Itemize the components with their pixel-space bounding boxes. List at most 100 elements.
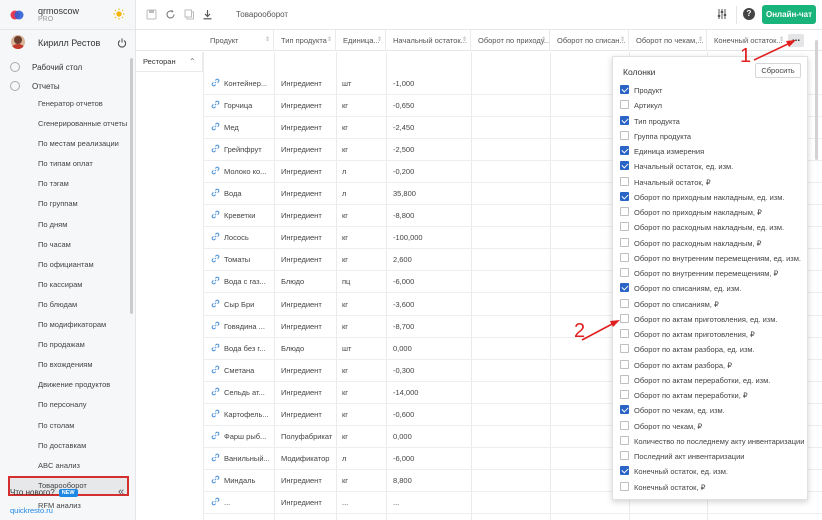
checkbox-checked[interactable] <box>620 85 629 94</box>
nav-dashboard[interactable]: Рабочий стол <box>10 62 82 72</box>
column-header-unit[interactable]: Единица... ⇕ <box>336 30 386 51</box>
power-icon[interactable] <box>117 38 127 48</box>
column-option[interactable]: Группа продукта <box>620 130 806 146</box>
cell-product[interactable]: Фарш рыб... <box>211 426 273 448</box>
column-option[interactable]: Начальный остаток, ₽ <box>620 176 806 192</box>
column-option[interactable]: Количество по последнему акту инвентариз… <box>620 435 806 451</box>
checkbox-unchecked[interactable] <box>620 390 629 399</box>
column-option[interactable]: Оборот по актам разбора, ед. изм. <box>620 344 806 359</box>
link-icon[interactable] <box>211 321 220 330</box>
cell-product[interactable]: Креветки <box>211 205 273 227</box>
more-options-button[interactable]: ... <box>788 34 804 47</box>
cell-product[interactable]: Сметана <box>211 360 273 382</box>
cell-product[interactable]: Миндаль <box>211 470 273 492</box>
link-icon[interactable] <box>211 409 220 418</box>
download-icon[interactable] <box>202 9 213 20</box>
link-icon[interactable] <box>211 122 220 131</box>
nav-item-by-groups[interactable]: По группам <box>0 194 130 214</box>
checkbox-checked[interactable] <box>620 405 629 415</box>
column-option[interactable]: Оборот по расходным накладным, ₽ <box>620 237 806 253</box>
column-header-product-type[interactable]: Тип продукта ⇕ <box>274 30 336 51</box>
nav-item-by-tables[interactable]: По столам <box>0 416 130 436</box>
checkbox-unchecked[interactable] <box>620 298 629 308</box>
cell-product[interactable]: Контейнер... <box>211 73 273 95</box>
column-header-product[interactable]: Продукт ⇕ <box>203 30 274 51</box>
checkbox-unchecked[interactable] <box>620 420 629 430</box>
link-icon[interactable] <box>211 365 220 374</box>
checkbox-unchecked[interactable] <box>620 130 629 140</box>
checkbox-checked[interactable] <box>620 466 629 476</box>
cell-product[interactable]: Горчица <box>211 95 273 117</box>
help-icon[interactable]: ? <box>743 8 755 20</box>
nav-item-generated-reports[interactable]: Сгенерированные отчеты <box>0 114 130 134</box>
column-option[interactable]: Оборот по актам разбора, ₽ <box>620 359 806 375</box>
link-icon[interactable] <box>211 100 220 109</box>
cell-product[interactable]: Лосось <box>211 227 273 249</box>
cell-product[interactable]: Вода <box>211 183 273 205</box>
checkbox-checked[interactable] <box>620 283 629 293</box>
sun-icon[interactable] <box>113 8 125 20</box>
checkbox-unchecked[interactable] <box>620 176 629 186</box>
column-option[interactable]: Конечный остаток, ₽ <box>620 481 806 497</box>
checkbox-unchecked[interactable] <box>620 481 629 491</box>
copy-icon[interactable] <box>184 9 195 20</box>
link-icon[interactable] <box>211 254 220 263</box>
link-icon[interactable] <box>211 299 220 308</box>
column-option[interactable]: Оборот по чекам, ед. изм. <box>620 405 806 420</box>
sidebar-scrollbar[interactable] <box>130 58 133 314</box>
link-icon[interactable] <box>211 210 220 219</box>
column-option[interactable]: Оборот по приходным накладным, ед. изм. <box>620 191 806 207</box>
nav-reports[interactable]: Отчеты <box>10 81 60 91</box>
checkbox-unchecked[interactable] <box>620 252 629 262</box>
link-icon[interactable] <box>211 387 220 396</box>
cell-product[interactable]: ... <box>211 492 273 514</box>
refresh-icon[interactable] <box>165 9 176 20</box>
cell-product[interactable]: Томаты <box>211 249 273 271</box>
whats-new-link[interactable]: Что нового? NEW <box>10 488 78 497</box>
nav-item-by-entries[interactable]: По вхождениям <box>0 355 130 375</box>
link-icon[interactable] <box>211 144 220 153</box>
cell-product[interactable]: Молоко ко... <box>211 161 273 183</box>
collapse-sidebar-icon[interactable]: « <box>118 486 124 498</box>
link-icon[interactable] <box>211 453 220 462</box>
cell-product[interactable]: Сельдь ат... <box>211 382 273 404</box>
column-option[interactable]: Оборот по списаниям, ₽ <box>620 298 806 314</box>
column-option[interactable]: Оборот по актам переработки, ед. изм. <box>620 374 806 390</box>
column-option[interactable]: Оборот по внутренним перемещениям, ед. и… <box>620 252 806 268</box>
column-option[interactable]: Конечный остаток, ед. изм. <box>620 466 806 481</box>
column-option[interactable]: Единица измерения <box>620 146 806 161</box>
nav-item-abc-analysis[interactable]: ABC анализ <box>0 456 130 476</box>
nav-item-by-sale-places[interactable]: По местам реализации <box>0 134 130 154</box>
checkbox-unchecked[interactable] <box>620 207 629 216</box>
link-icon[interactable] <box>211 475 220 484</box>
brand-header[interactable]: qrmoscow PRO <box>0 0 136 30</box>
nav-item-product-movement[interactable]: Движение продуктов <box>0 375 130 395</box>
checkbox-unchecked[interactable] <box>620 222 629 232</box>
save-icon[interactable] <box>146 9 157 20</box>
nav-item-by-days[interactable]: По дням <box>0 215 130 235</box>
checkbox-unchecked[interactable] <box>620 344 629 354</box>
link-icon[interactable] <box>211 232 220 241</box>
column-header-writeoff-turnover[interactable]: Оборот по списан... ⇕ <box>550 30 629 51</box>
nav-item-by-dishes[interactable]: По блюдам <box>0 295 130 315</box>
cell-product[interactable]: Сыр Бри <box>211 294 273 316</box>
checkbox-unchecked[interactable] <box>620 313 629 323</box>
table-scrollbar[interactable] <box>815 40 818 160</box>
checkbox-unchecked[interactable] <box>620 329 629 338</box>
cell-product[interactable]: Картофель... <box>211 404 273 426</box>
checkbox-checked[interactable] <box>620 115 629 125</box>
column-option[interactable]: Продукт <box>620 85 806 100</box>
reset-columns-button[interactable]: Сбросить <box>755 63 801 78</box>
cell-product[interactable]: Ванильный... <box>211 448 273 470</box>
filter-settings-icon[interactable] <box>716 8 728 20</box>
link-icon[interactable] <box>211 497 220 506</box>
link-icon[interactable] <box>211 343 220 352</box>
link-icon[interactable] <box>211 188 220 197</box>
column-header-incoming-turnover[interactable]: Оборот по приходу... ⇕ <box>471 30 550 51</box>
link-icon[interactable] <box>211 431 220 440</box>
column-header-opening-balance[interactable]: Начальный остаток... ⇕ <box>386 30 471 51</box>
nav-item-by-waiters[interactable]: По официантам <box>0 255 130 275</box>
link-icon[interactable] <box>211 78 220 87</box>
column-option[interactable]: Последний акт инвентаризации <box>620 451 806 466</box>
link-icon[interactable] <box>211 166 220 175</box>
